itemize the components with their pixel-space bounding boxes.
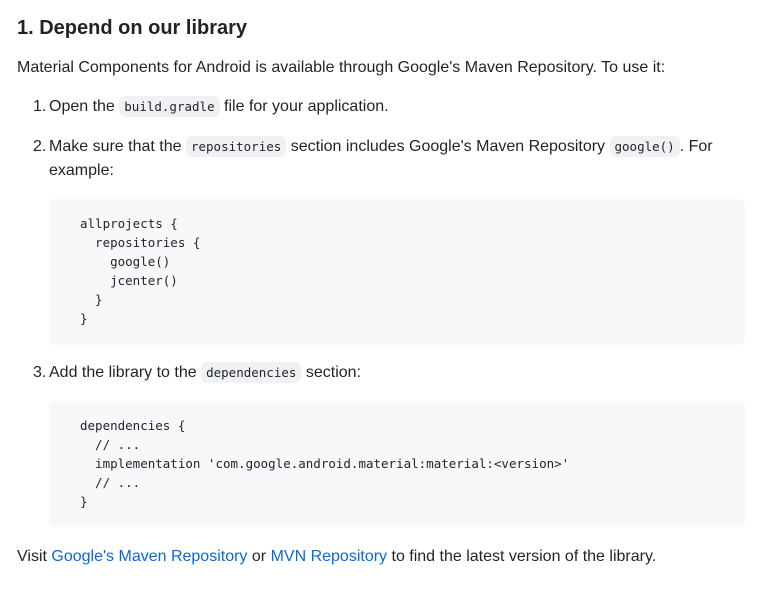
step-text-part: section: <box>301 364 361 381</box>
footer-text: to find the latest version of the librar… <box>387 548 657 565</box>
footer-paragraph: Visit Google's Maven Repository or MVN R… <box>17 545 656 569</box>
google-maven-repository-link[interactable]: Google's Maven Repository <box>51 548 247 565</box>
step-text-part: Open the <box>49 98 120 115</box>
inline-code-dependencies: dependencies <box>201 362 302 383</box>
mvn-repository-link[interactable]: MVN Repository <box>271 548 387 565</box>
step-text: Make sure that the repositories section … <box>49 135 719 183</box>
footer-text: or <box>247 548 271 565</box>
step-number: 3. <box>33 364 47 381</box>
step-text: Open the build.gradle file for your appl… <box>49 95 729 119</box>
intro-paragraph: Material Components for Android is avail… <box>17 59 666 76</box>
step-text-part: section includes Google's Maven Reposito… <box>286 138 610 155</box>
step-text-part: file for your application. <box>219 98 389 115</box>
inline-code-google: google() <box>609 136 680 157</box>
code-block-dependencies: dependencies { // ... implementation 'co… <box>49 401 745 527</box>
footer-text: Visit <box>17 548 52 565</box>
step-text-part: Add the library to the <box>49 364 202 381</box>
step-number: 2. <box>33 138 47 155</box>
step-number: 1. <box>33 98 47 115</box>
inline-code-repositories: repositories <box>185 136 287 157</box>
code-content: dependencies { // ... implementation 'co… <box>80 418 570 509</box>
section-heading: 1. Depend on our library <box>17 17 248 39</box>
step-text-part: Make sure that the <box>49 138 186 155</box>
inline-code-build-gradle: build.gradle <box>119 96 220 117</box>
code-block-allprojects: allprojects { repositories { google() jc… <box>49 199 745 345</box>
step-text: Add the library to the dependencies sect… <box>49 361 729 385</box>
code-content: allprojects { repositories { google() jc… <box>80 216 201 326</box>
